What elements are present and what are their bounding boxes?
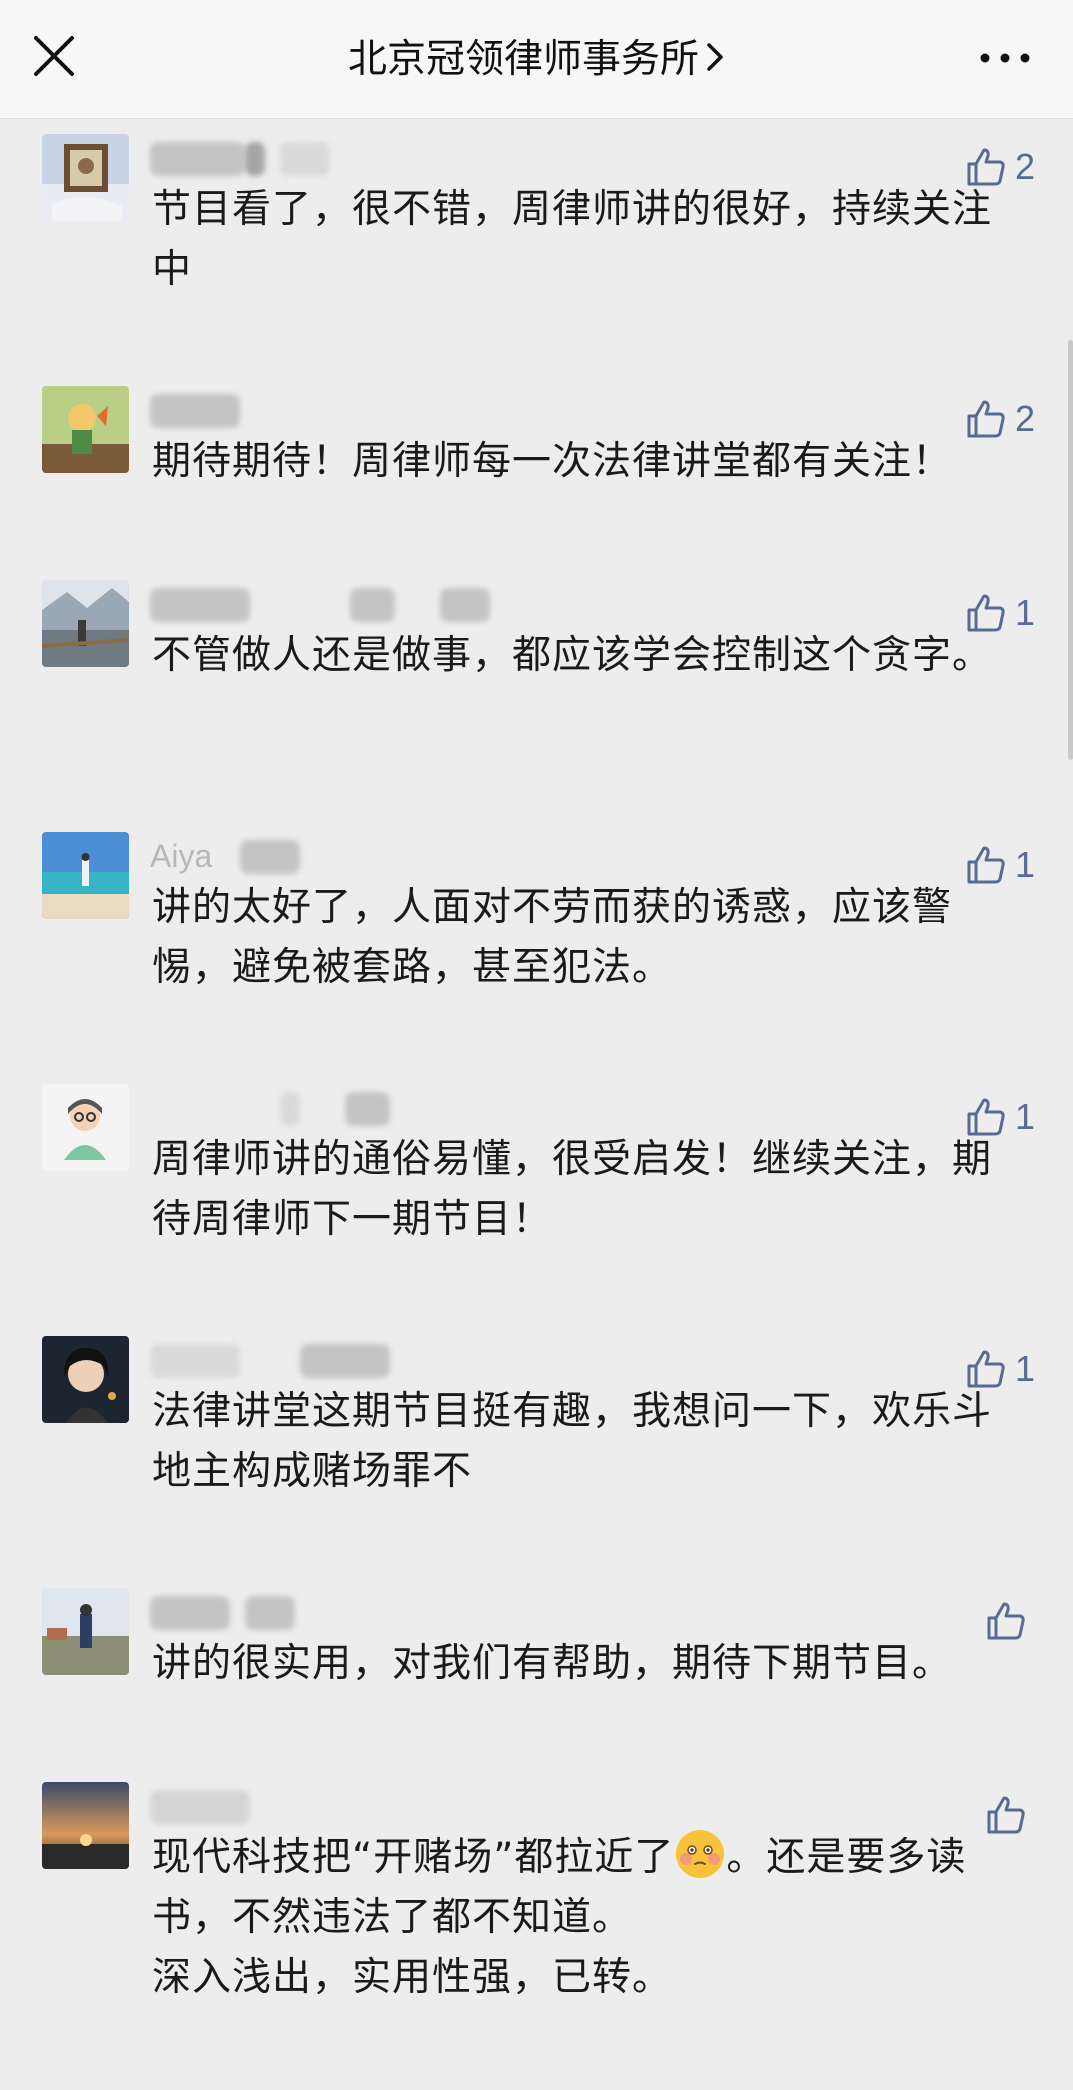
comment-item: 现代科技把“开赌场”都拉近了 。还是要多读书，不然违法了都不知道。 深入浅出，实用… xyxy=(0,1782,1073,2022)
nickname-visible: Aiya xyxy=(150,838,213,874)
avatar[interactable] xyxy=(42,1336,129,1423)
close-icon xyxy=(34,36,74,76)
nickname-blurred xyxy=(150,582,550,626)
comment-text: 现代科技把“开赌场”都拉近了 。还是要多读书，不然违法了都不知道。 深入浅出，实用… xyxy=(152,1828,1020,2008)
comment-text: 不管做人还是做事，都应该学会控制这个贪字。 xyxy=(152,633,993,678)
avatar[interactable] xyxy=(42,580,129,667)
avatar[interactable] xyxy=(42,1782,129,1869)
avatar[interactable] xyxy=(42,832,129,919)
comment-text: 周律师讲的通俗易懂，很受启发！继续关注，期待周律师下一期节目！ xyxy=(152,1137,993,1242)
comment-item: 2 期待期待！周律师每一次法律讲堂都有关注！ xyxy=(0,386,1073,516)
nickname-blurred xyxy=(150,136,410,180)
comment-item: 1 周律师讲的通俗易懂，很受启发！继续关注，期待周律师下一期节目！ xyxy=(0,1084,1073,1264)
close-button[interactable] xyxy=(30,32,80,82)
comment-text: 节目看了，很不错，周律师讲的很好，持续关注中 xyxy=(152,187,993,292)
comment-item: Aiya 1 讲的太好了，人面对不劳而获的诱惑，应该警惕，避免被套路，甚至犯法。 xyxy=(0,832,1073,1012)
flushed-face-emoji xyxy=(674,1828,726,1880)
nickname-blurred xyxy=(150,1784,410,1828)
comment-item: 2 节目看了，很不错，周律师讲的很好，持续关注中 xyxy=(0,134,1073,314)
comment-text: 法律讲堂这期节目挺有趣，我想问一下，欢乐斗地主构成赌场罪不 xyxy=(152,1389,993,1494)
comment-text: 期待期待！周律师每一次法律讲堂都有关注！ xyxy=(152,439,953,484)
comment-text-part1: 现代科技把“开赌场”都拉近了 xyxy=(152,1835,675,1880)
comment-item: 1 不管做人还是做事，都应该学会控制这个贪字。 xyxy=(0,580,1073,760)
nickname-blurred xyxy=(150,1086,410,1130)
nickname-blurred xyxy=(150,388,410,432)
more-dots-icon xyxy=(980,53,1030,63)
more-button[interactable] xyxy=(975,32,1035,82)
chevron-right-icon xyxy=(705,34,725,90)
nickname-blurred xyxy=(150,1590,410,1634)
account-title-link[interactable]: 北京冠领律师事务所 xyxy=(200,32,873,88)
comment-text: 讲的太好了，人面对不劳而获的诱惑，应该警惕，避免被套路，甚至犯法。 xyxy=(152,885,953,990)
comment-item: 1 法律讲堂这期节目挺有趣，我想问一下，欢乐斗地主构成赌场罪不 xyxy=(0,1336,1073,1516)
avatar[interactable] xyxy=(42,134,129,221)
top-bar: 北京冠领律师事务所 xyxy=(0,0,1073,119)
comment-item: 讲的很实用，对我们有帮助，期待下期节目。 xyxy=(0,1588,1073,1718)
nickname-blurred: Aiya xyxy=(150,834,410,878)
avatar[interactable] xyxy=(42,1084,129,1171)
avatar[interactable] xyxy=(42,1588,129,1675)
comment-text: 讲的很实用，对我们有帮助，期待下期节目。 xyxy=(152,1641,953,1686)
page-title: 北京冠领律师事务所 xyxy=(347,37,699,82)
nickname-blurred xyxy=(150,1338,410,1382)
avatar[interactable] xyxy=(42,386,129,473)
